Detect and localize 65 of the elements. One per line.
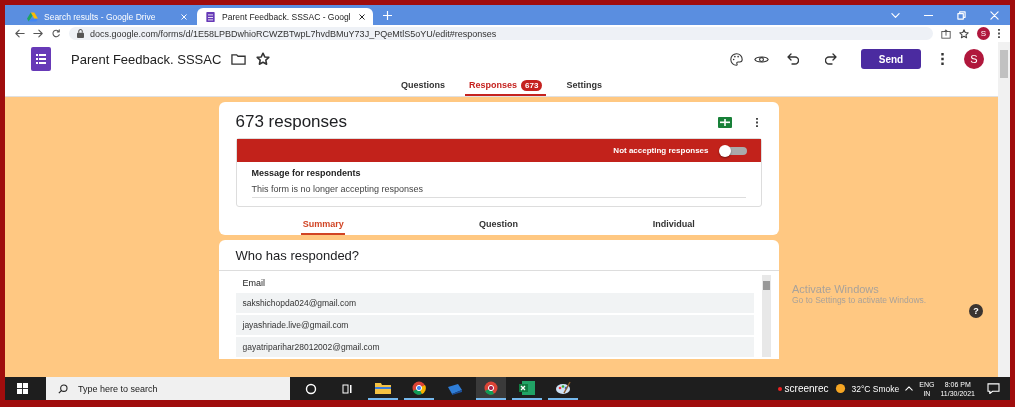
form-list-icon [205,11,216,22]
forward-icon[interactable] [33,29,43,38]
column-header: Email [241,277,266,290]
profile-avatar[interactable]: S [977,27,990,40]
star-icon[interactable] [959,28,969,39]
tab-label: Questions [401,80,446,90]
card-title: Who has responded? [235,247,360,263]
email-row: jayashriade.live@gmail.com [235,315,754,335]
profile-avatar[interactable]: S [964,49,984,69]
message-field[interactable]: This form is no longer accepting responses [251,184,746,198]
form-title[interactable]: Parent Feedback. SSSAC [71,51,222,67]
tab-title: Parent Feedback. SSSAC - Googl [222,11,352,22]
triangle-logo-icon [27,11,38,22]
activation-title: Activate Windows [792,283,880,295]
count-badge: 673 [521,79,543,91]
list-scrollbar[interactable] [761,275,771,357]
back-icon[interactable] [15,29,25,38]
form-list-icon[interactable] [31,47,51,71]
banner-label: Not accepting responses [613,146,709,155]
redo-icon[interactable] [825,53,837,65]
activation-message: Go to Settings to activate Windows. [792,295,927,305]
tab-label: Responses [469,80,518,90]
new-tab-icon[interactable] [383,10,392,20]
folder-icon[interactable] [231,52,247,66]
search-placeholder: Type here to search [78,383,158,394]
undo-icon[interactable] [787,53,799,65]
email-row: gayatriparihar28012002@gmail.com [235,337,754,357]
url-text: docs.google.com/forms/d/1E58LPBDwhioRCWZBTwpL7hvdBMuY73J_PQeMtlS5oYU/edit#responses [90,28,497,39]
toggle-switch[interactable] [720,146,747,155]
help-button[interactable]: ? [969,304,983,318]
more-icon[interactable] [941,53,944,65]
windows-start-icon[interactable] [17,383,28,394]
view-tab[interactable]: Summary [235,219,411,235]
view-tab[interactable]: Question [410,219,587,235]
browser-icon[interactable] [476,377,506,400]
palette-icon[interactable] [729,52,744,66]
caret-up-icon[interactable] [905,386,914,391]
sun-icon[interactable] [834,383,846,394]
chevron-down-icon[interactable] [891,10,900,20]
search-icon [58,383,68,394]
send-button[interactable]: Send [861,49,921,69]
more-icon[interactable] [755,117,758,127]
spreadsheet-icon[interactable] [717,116,732,128]
share-icon[interactable] [941,28,951,39]
close-icon[interactable] [359,13,365,20]
form-tab[interactable]: Settings [562,76,606,96]
taskbar-search-field[interactable]: Type here to search [46,377,290,400]
weather-text[interactable]: 32°C Smoke [851,383,900,394]
reload-icon[interactable] [51,29,61,38]
page-scrollbar[interactable] [998,42,1010,377]
form-tab[interactable]: Questions [397,76,450,96]
recording-indicator[interactable]: screenrec [777,383,829,394]
view-tab[interactable]: Individual [586,219,762,235]
form-tab[interactable]: Responses 673 [465,76,547,96]
restore-icon[interactable] [957,10,966,20]
address-bar[interactable]: docs.google.com/forms/d/1E58LPBDwhioRCWZBTwpL7hvdBMuY73J_PQeMtlS5oYU/edit#responses [69,27,933,40]
star-icon[interactable] [256,52,271,66]
lock-icon [77,29,84,38]
tab-label: Settings [566,80,602,90]
message-label: Message for respondents [251,168,362,178]
browser-tab[interactable]: Parent Feedback. SSSAC - Googl [197,8,373,25]
tab-title: Search results - Google Drive [44,11,157,22]
notification-icon[interactable] [987,383,1000,394]
email-row: sakshichopda024@gmail.com [235,293,754,313]
responses-count-title: 673 responses [235,112,348,132]
